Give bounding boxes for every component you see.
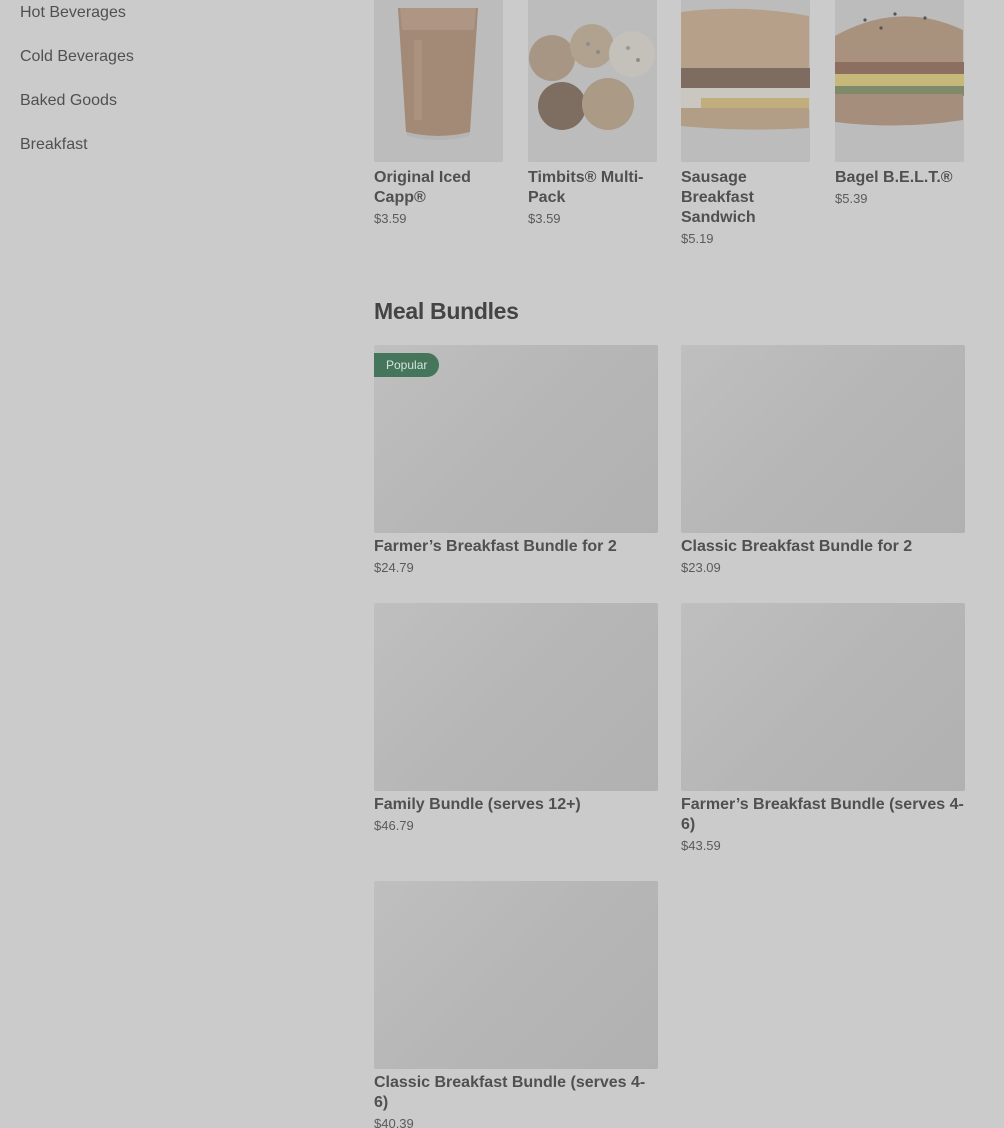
bundle-card-classic-4-6[interactable]: Classic Breakfast Bundle (serves 4-6) $4… (374, 881, 658, 1128)
product-card-bagel-belt[interactable]: Bagel B.E.L.T.® $5.39 (835, 0, 964, 206)
sausage-sandwich-image (681, 0, 810, 162)
bundle-price: $23.09 (681, 560, 721, 575)
product-card-timbits[interactable]: Timbits® Multi-Pack $3.59 (528, 0, 657, 226)
product-name: Timbits® Multi-Pack (528, 169, 644, 206)
sidebar-item-cold-beverages[interactable]: Cold Beverages (20, 48, 134, 66)
product-image-sausage-sandwich (681, 0, 810, 162)
bundle-image (374, 881, 658, 1069)
product-card-iced-capp[interactable]: Original Iced Capp® $3.59 (374, 0, 503, 226)
bundle-image (374, 603, 658, 791)
product-price: $5.39 (835, 191, 868, 206)
product-name: Sausage Breakfast Sandwich (681, 169, 756, 226)
bundle-name: Farmer’s Breakfast Bundle (serves 4-6) (681, 796, 964, 833)
product-image-bagel-belt (835, 0, 964, 162)
product-price: $3.59 (374, 211, 407, 226)
sidebar-item-baked-goods[interactable]: Baked Goods (20, 92, 117, 110)
bundle-name: Classic Breakfast Bundle for 2 (681, 538, 913, 555)
product-image-iced-capp (374, 0, 503, 162)
bundle-price: $46.79 (374, 818, 414, 833)
product-card-sausage-sandwich[interactable]: Sausage Breakfast Sandwich $5.19 (681, 0, 810, 246)
bundle-price: $43.59 (681, 838, 721, 853)
bundle-image (681, 603, 965, 791)
product-image-timbits (528, 0, 657, 162)
bundle-price: $24.79 (374, 560, 414, 575)
bagel-belt-image (835, 0, 964, 162)
sidebar-item-breakfast[interactable]: Breakfast (20, 136, 88, 154)
menu-page: Hot Beverages Cold Beverages Baked Goods… (0, 0, 1004, 1128)
bundle-image: Popular (374, 345, 658, 533)
bundle-card-farmers-for-2[interactable]: Popular Farmer’s Breakfast Bundle for 2 … (374, 345, 658, 575)
bundle-image (681, 345, 965, 533)
bundle-price: $40.39 (374, 1116, 414, 1128)
popular-badge: Popular (374, 353, 440, 377)
iced-capp-drink-image (374, 0, 503, 162)
bundle-card-family[interactable]: Family Bundle (serves 12+) $46.79 (374, 603, 658, 833)
bundle-name: Classic Breakfast Bundle (serves 4-6) (374, 1074, 646, 1111)
bundle-name: Family Bundle (serves 12+) (374, 796, 581, 813)
bundle-name: Farmer’s Breakfast Bundle for 2 (374, 538, 617, 555)
product-name: Bagel B.E.L.T.® (835, 169, 953, 186)
sidebar-item-hot-beverages[interactable]: Hot Beverages (20, 4, 126, 22)
product-name: Original Iced Capp® (374, 169, 471, 206)
product-price: $3.59 (528, 211, 561, 226)
product-price: $5.19 (681, 231, 714, 246)
section-title-meal-bundles: Meal Bundles (374, 298, 519, 324)
bundle-card-farmers-4-6[interactable]: Farmer’s Breakfast Bundle (serves 4-6) $… (681, 603, 965, 853)
timbits-pack-image (528, 0, 657, 162)
bundle-card-classic-for-2[interactable]: Classic Breakfast Bundle for 2 $23.09 (681, 345, 965, 575)
